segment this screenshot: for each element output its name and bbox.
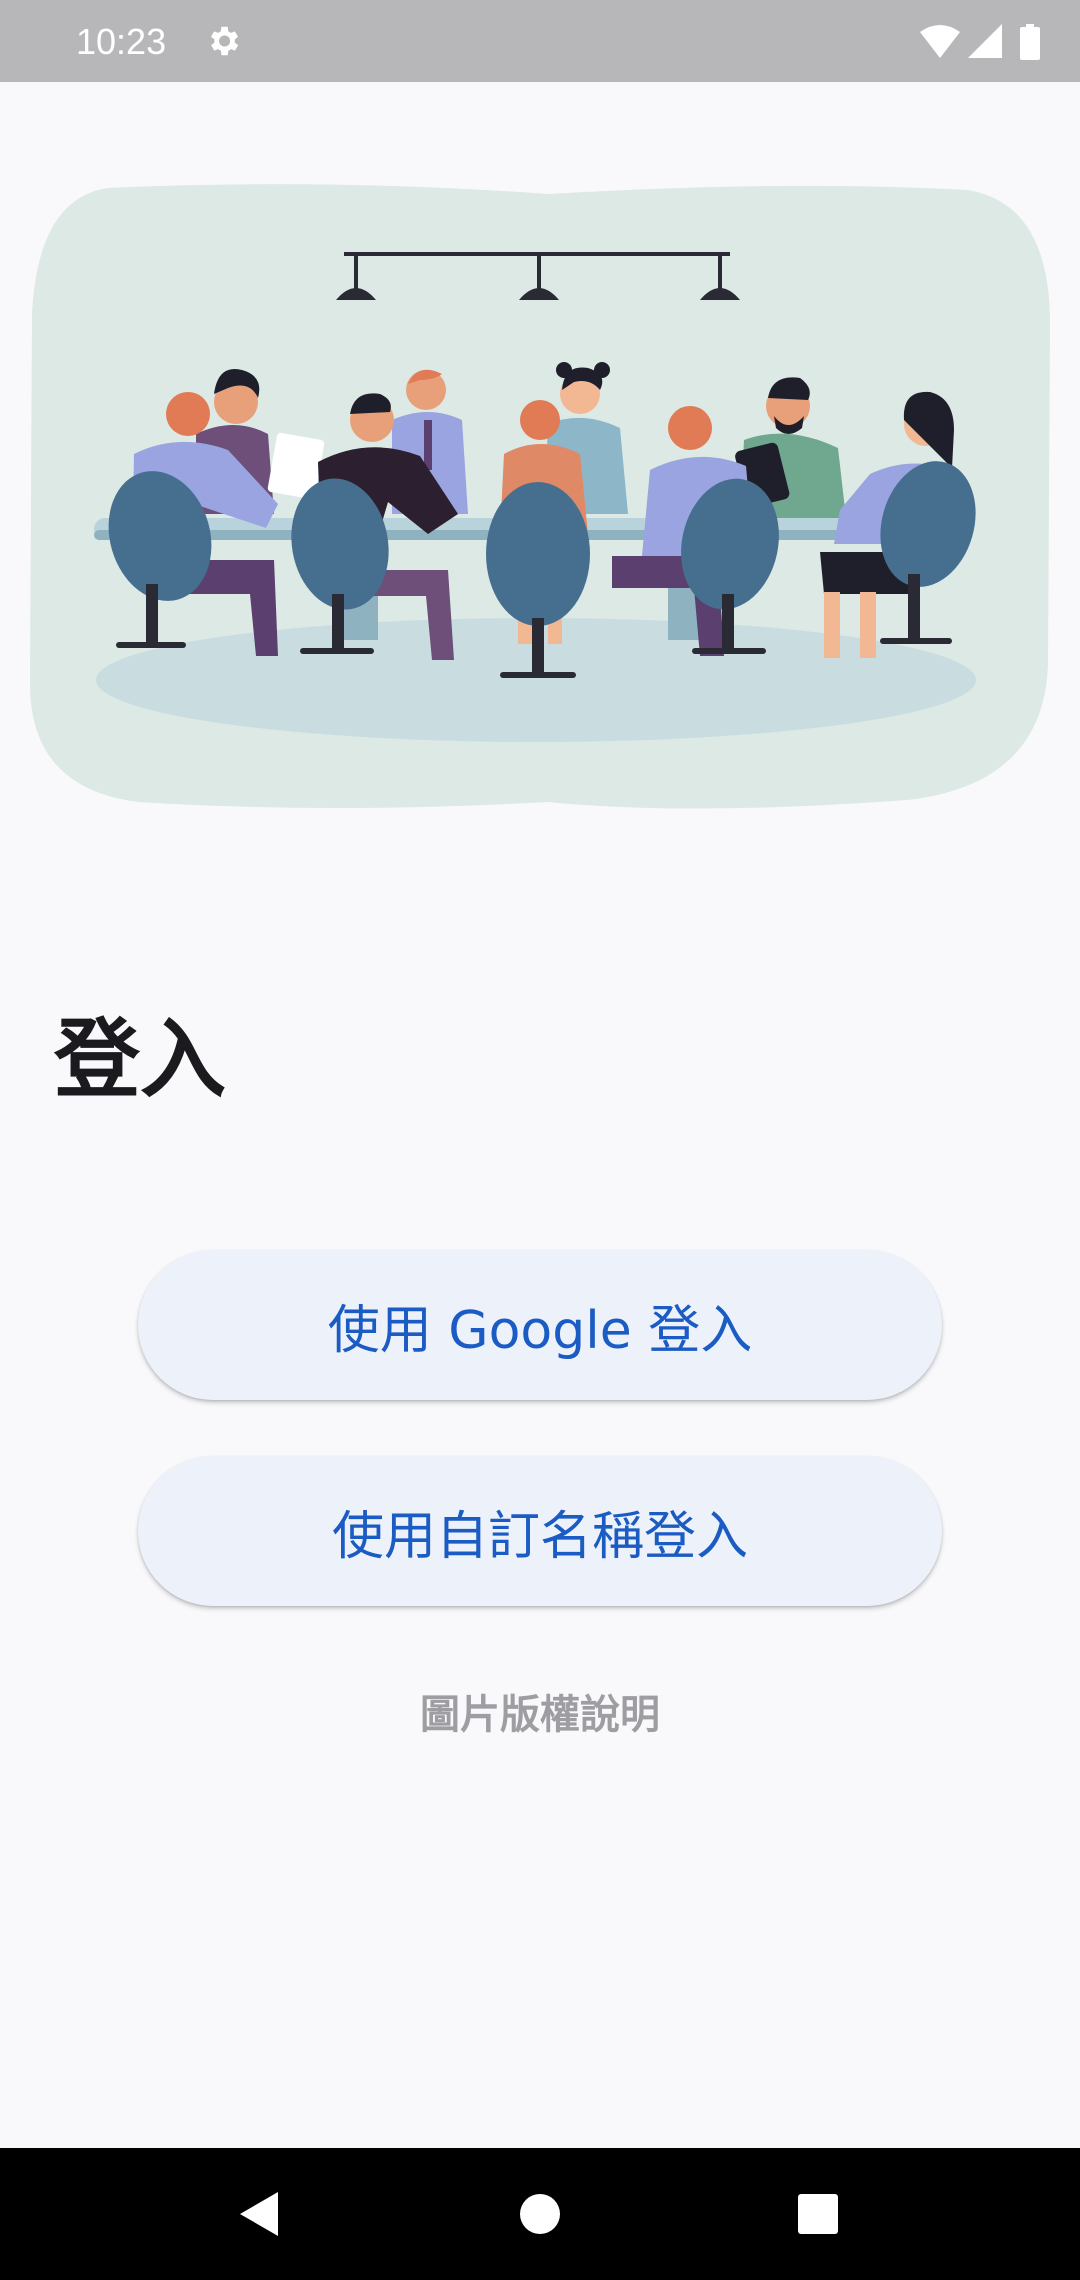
- wifi-icon: [920, 25, 960, 58]
- image-copyright-link[interactable]: 圖片版權說明: [0, 1682, 1080, 1740]
- status-icons: [920, 24, 1050, 60]
- status-bar: 10:23: [0, 0, 1080, 82]
- back-icon[interactable]: [234, 2188, 286, 2240]
- navigation-bar: [0, 2148, 1080, 2280]
- cell-signal-icon: [968, 24, 1002, 58]
- custom-name-sign-in-label: 使用自訂名稱登入: [331, 1506, 748, 1567]
- custom-name-sign-in-button[interactable]: 使用自訂名稱登入: [138, 1456, 942, 1606]
- recents-icon[interactable]: [792, 2188, 844, 2240]
- google-sign-in-label: 使用 Google 登入: [327, 1300, 753, 1361]
- settings-gear-icon: [210, 26, 239, 56]
- battery-icon: [1020, 24, 1040, 60]
- google-sign-in-button[interactable]: 使用 Google 登入: [138, 1250, 942, 1400]
- meeting-illustration: [30, 184, 1050, 809]
- home-icon[interactable]: [514, 2188, 566, 2240]
- login-title: 登入: [54, 1010, 226, 1110]
- status-time: 10:23: [76, 21, 167, 62]
